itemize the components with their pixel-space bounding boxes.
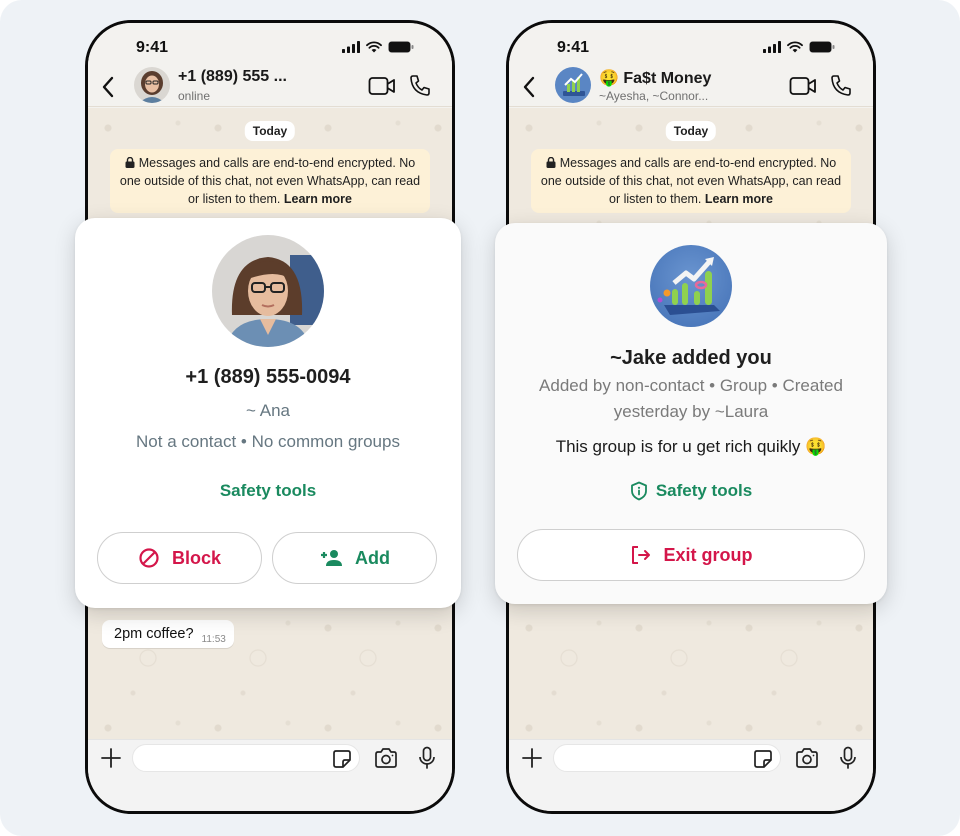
message-input[interactable]	[132, 744, 360, 772]
safety-tools-label: Safety tools	[219, 481, 317, 500]
status-bar: 9:41	[509, 23, 873, 71]
message-composer	[509, 739, 873, 811]
video-call-icon[interactable]	[368, 75, 396, 97]
exit-group-label: Exit group	[663, 544, 753, 565]
exit-icon	[631, 546, 650, 564]
encryption-text: Messages and calls are end-to-end encryp…	[540, 156, 842, 206]
encryption-notice[interactable]: Messages and calls are end-to-end encryp…	[110, 149, 430, 213]
contact-avatar[interactable]	[134, 67, 170, 103]
chevron-left-icon[interactable]	[519, 73, 541, 101]
plus-icon[interactable]	[100, 747, 122, 769]
block-label: Block	[171, 547, 222, 568]
message-bubble[interactable]: 2pm coffee? 11:53	[102, 620, 234, 648]
chevron-left-icon[interactable]	[98, 73, 120, 101]
wifi-icon	[366, 41, 382, 53]
microphone-icon[interactable]	[418, 746, 436, 770]
status-bar: 9:41	[88, 23, 452, 71]
contact-photo	[212, 235, 324, 347]
battery-icon	[388, 41, 414, 53]
safety-tools-link[interactable]: Safety tools	[75, 481, 461, 501]
message-time: 11:53	[201, 634, 226, 645]
message-text: 2pm coffee?	[114, 626, 194, 642]
exit-group-button[interactable]: Exit group	[517, 529, 865, 581]
video-call-icon[interactable]	[789, 75, 817, 97]
learn-more-link[interactable]: Learn more	[284, 192, 352, 206]
date-chip: Today	[665, 121, 717, 141]
sticker-icon[interactable]	[332, 749, 352, 769]
group-added-title: ~Jake added you	[610, 347, 772, 369]
encryption-text: Messages and calls are end-to-end encryp…	[119, 156, 421, 206]
group-avatar[interactable]	[555, 67, 591, 103]
block-icon	[139, 548, 159, 568]
safety-tools-link[interactable]: Safety tools	[495, 481, 887, 501]
date-chip: Today	[244, 121, 296, 141]
contact-name: ~ Ana	[246, 401, 290, 420]
chat-title[interactable]: +1 (889) 555 ...	[178, 68, 287, 86]
add-contact-button[interactable]: Add	[272, 532, 437, 584]
contact-info: Not a contact • No common groups	[136, 432, 400, 451]
chat-subtitle: ~Ayesha, ~Connor...	[599, 89, 709, 103]
message-composer	[88, 739, 452, 811]
microphone-icon[interactable]	[839, 746, 857, 770]
status-time: 9:41	[557, 39, 590, 56]
group-description: This group is for u get rich quikly 🤑	[555, 437, 827, 456]
voice-call-icon[interactable]	[408, 73, 432, 97]
plus-icon[interactable]	[521, 747, 543, 769]
group-info-line-1: Added by non-contact • Group • Created	[539, 376, 843, 395]
cellular-signal-icon	[342, 41, 360, 53]
learn-more-link[interactable]: Learn more	[705, 192, 773, 206]
safety-tools-label: Safety tools	[655, 481, 753, 500]
wifi-icon	[787, 41, 803, 53]
chat-header: 🤑 Fa$t Money ~Ayesha, ~Connor...	[509, 67, 873, 107]
lock-icon	[546, 157, 556, 168]
message-input[interactable]	[553, 744, 781, 772]
group-chart-image	[650, 245, 732, 327]
cellular-signal-icon	[763, 41, 781, 53]
chat-subtitle: online	[178, 89, 211, 103]
unknown-group-card: ~Jake added you Added by non-contact • G…	[495, 223, 887, 604]
status-time: 9:41	[136, 39, 169, 56]
add-person-icon	[321, 550, 342, 566]
block-button[interactable]: Block	[97, 532, 262, 584]
sticker-icon[interactable]	[753, 749, 773, 769]
unknown-contact-card: +1 (889) 555-0094 ~ Ana Not a contact • …	[75, 218, 461, 608]
shield-info-icon	[630, 481, 647, 501]
lock-icon	[125, 157, 135, 168]
voice-call-icon[interactable]	[829, 73, 853, 97]
add-label: Add	[355, 547, 390, 568]
chat-header: +1 (889) 555 ... online	[88, 67, 452, 107]
battery-icon	[809, 41, 835, 53]
camera-icon[interactable]	[795, 747, 819, 769]
camera-icon[interactable]	[374, 747, 398, 769]
encryption-notice[interactable]: Messages and calls are end-to-end encryp…	[531, 149, 851, 213]
group-info-line-2: yesterday by ~Laura	[613, 402, 769, 421]
contact-phone-number: +1 (889) 555-0094	[185, 366, 351, 388]
chat-title[interactable]: 🤑 Fa$t Money	[599, 68, 711, 88]
